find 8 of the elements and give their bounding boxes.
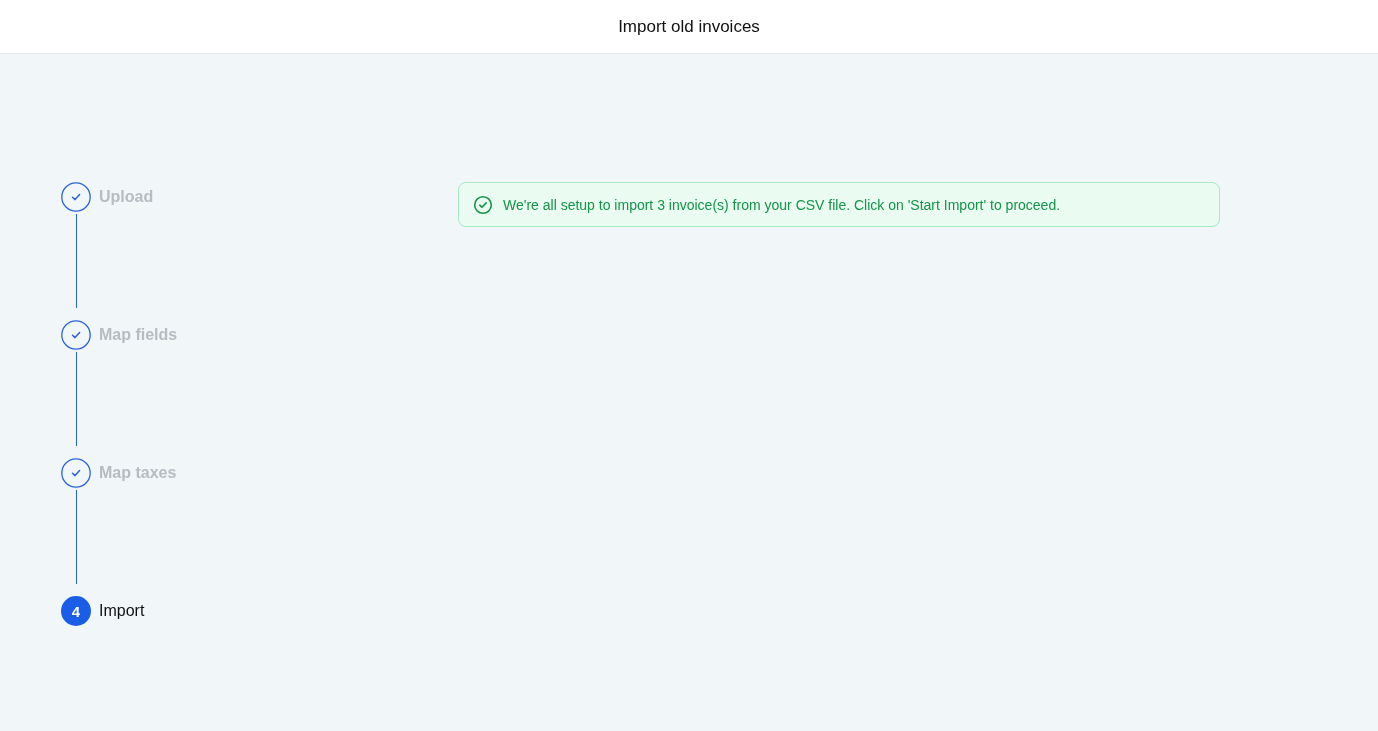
step-label: Import [99, 602, 145, 620]
step-label: Map fields [99, 326, 178, 344]
check-circle-icon [473, 194, 493, 215]
step-label: Upload [99, 188, 154, 206]
page-title: Import old invoices [618, 16, 760, 37]
step-label: Map taxes [99, 464, 177, 482]
alert-message: We're all setup to import 3 invoice(s) from your CSV file. Click on 'Start Import' to proceed. [503, 196, 1061, 213]
step-number: 4 [61, 596, 91, 626]
